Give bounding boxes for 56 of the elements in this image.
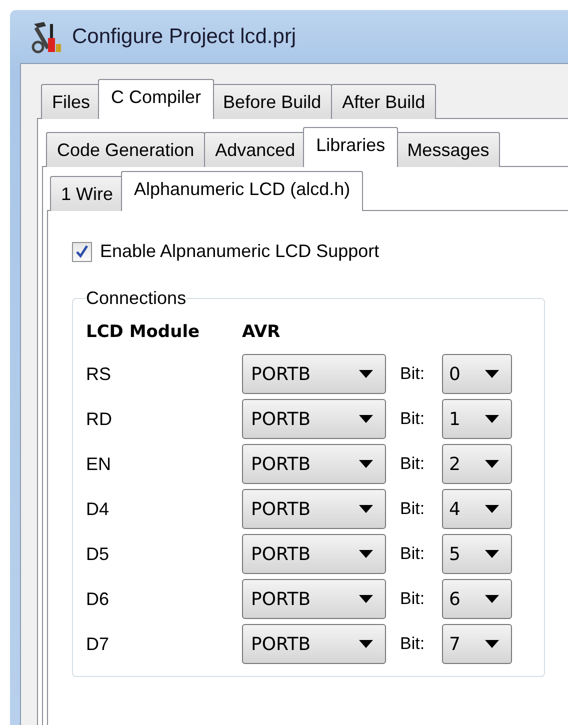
port-dropdown[interactable]: PORTB — [242, 399, 386, 439]
bit-dropdown[interactable]: 2 — [442, 444, 512, 484]
group-title: Connections — [86, 288, 186, 309]
tab[interactable]: C Compiler — [98, 79, 214, 119]
signal-label: D6 — [86, 588, 110, 610]
checkbox[interactable] — [72, 242, 92, 262]
bit-label: Bit: — [400, 544, 426, 564]
window-title: Configure Project lcd.prj — [72, 24, 296, 48]
bit-dropdown[interactable]: 6 — [442, 579, 512, 619]
bit-label: Bit: — [400, 364, 426, 384]
dropdown-arrow-icon — [359, 595, 373, 603]
tab[interactable]: Code Generation — [46, 132, 206, 167]
checkbox-label: Enable Alpnanumeric LCD Support — [100, 241, 380, 262]
port-dropdown[interactable]: PORTB — [242, 354, 386, 394]
port-dropdown[interactable]: PORTB — [242, 534, 386, 574]
signal-label: D4 — [86, 498, 110, 520]
tab[interactable]: Messages — [396, 132, 500, 167]
bit-dropdown[interactable]: 0 — [442, 354, 512, 394]
tab[interactable]: Libraries — [303, 127, 398, 167]
dropdown-arrow-icon — [485, 595, 499, 603]
dropdown-arrow-icon — [485, 550, 499, 558]
bit-dropdown[interactable]: 4 — [442, 489, 512, 529]
bit-dropdown[interactable]: 1 — [442, 399, 512, 439]
dropdown-arrow-icon — [359, 550, 373, 558]
bit-label: Bit: — [400, 454, 426, 474]
dropdown-arrow-icon — [359, 640, 373, 648]
signal-label: RS — [86, 364, 112, 384]
bit-label: Bit: — [400, 589, 426, 609]
dropdown-arrow-icon — [359, 460, 373, 468]
column-header: LCD Module — [86, 321, 201, 344]
tab[interactable]: After Build — [331, 84, 436, 119]
port-dropdown[interactable]: PORTB — [242, 579, 386, 619]
column-header: AVR — [242, 321, 282, 344]
dropdown-arrow-icon — [359, 505, 373, 513]
tools-icon — [30, 20, 62, 54]
tab[interactable]: Alphanumeric LCD (alcd.h) — [121, 171, 364, 211]
signal-label: RD — [86, 408, 113, 430]
dropdown-arrow-icon — [485, 505, 499, 513]
bit-dropdown[interactable]: 7 — [442, 624, 512, 664]
dropdown-arrow-icon — [359, 370, 373, 378]
signal-label: EN — [86, 454, 112, 474]
tab[interactable]: Before Build — [212, 84, 332, 119]
dropdown-arrow-icon — [359, 415, 373, 423]
dropdown-arrow-icon — [485, 415, 499, 423]
signal-label: D5 — [86, 544, 110, 564]
port-dropdown[interactable]: PORTB — [242, 489, 386, 529]
dropdown-arrow-icon — [485, 640, 499, 648]
port-dropdown[interactable]: PORTB — [242, 444, 386, 484]
port-dropdown[interactable]: PORTB — [242, 624, 386, 664]
bit-label: Bit: — [400, 409, 426, 429]
dropdown-arrow-icon — [485, 460, 499, 468]
signal-label: D7 — [86, 634, 110, 654]
dropdown-arrow-icon — [485, 370, 499, 378]
bit-label: Bit: — [400, 634, 426, 654]
bit-dropdown[interactable]: 5 — [442, 534, 512, 574]
bit-label: Bit: — [400, 499, 426, 519]
